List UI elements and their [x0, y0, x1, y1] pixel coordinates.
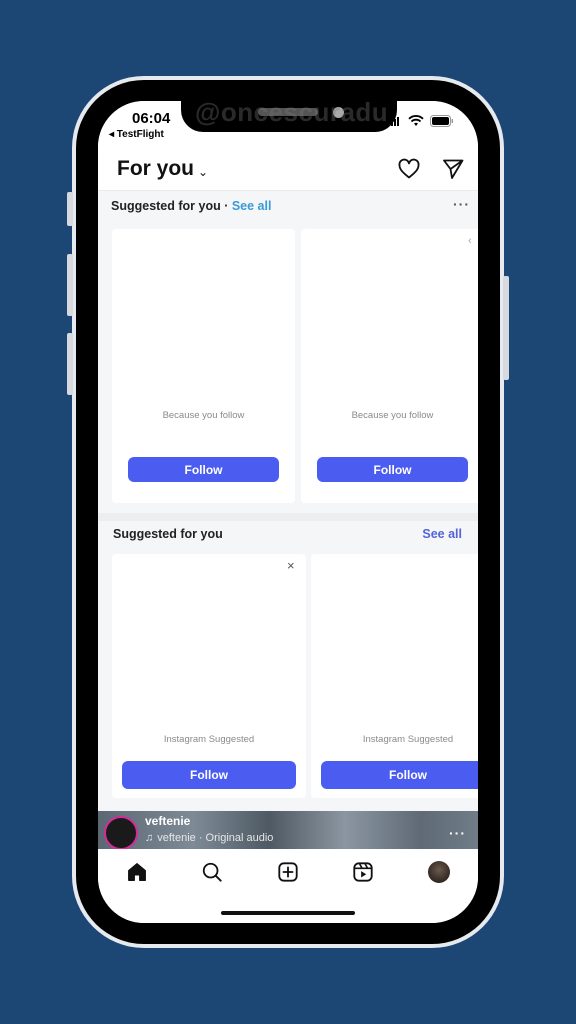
suggestion-card: Instagram Suggested Follow	[311, 554, 478, 798]
reel-audio[interactable]: ♫ veftenie · Original audio	[145, 832, 273, 844]
suggested-section-1: Suggested for you · See all ··· Because …	[98, 191, 478, 513]
nav-create[interactable]	[275, 859, 301, 885]
create-post-icon	[278, 862, 298, 882]
follow-button[interactable]: Follow	[321, 761, 478, 789]
nav-home[interactable]	[124, 859, 150, 885]
see-all-link-2[interactable]: See all	[422, 527, 462, 541]
status-time: 06:04	[132, 110, 171, 127]
close-icon[interactable]: ×	[287, 558, 295, 573]
card-subtitle: Instagram Suggested	[163, 734, 255, 745]
bottom-nav	[98, 849, 478, 923]
card-subtitle: Because you follow	[162, 410, 245, 421]
phone-screen: 06:04 ◂ TestFlight For you ⌄ Suggested f…	[98, 101, 478, 923]
section-2-title: Suggested for you	[113, 527, 223, 541]
page-title: For you	[117, 157, 194, 180]
volume-down-button	[67, 333, 73, 395]
section-divider	[98, 513, 478, 521]
wifi-icon	[408, 115, 424, 126]
nav-reels[interactable]	[350, 859, 376, 885]
battery-icon	[430, 115, 453, 127]
follow-button[interactable]: Follow	[122, 761, 296, 789]
reel-author-avatar[interactable]	[104, 816, 138, 849]
reel-more-icon[interactable]: ···	[449, 825, 466, 841]
section-1-heading: Suggested for you · See all	[111, 199, 271, 213]
separator-dot: ·	[220, 199, 232, 213]
suggestion-card: × Instagram Suggested Follow	[112, 554, 306, 798]
reel-audio-label: veftenie · Original audio	[157, 832, 274, 844]
suggestion-card: ‹ Because you follow Follow	[301, 229, 478, 503]
see-all-link-1[interactable]: See all	[232, 199, 272, 213]
back-to-testflight-link[interactable]: ◂ TestFlight	[109, 129, 164, 140]
home-indicator[interactable]	[221, 911, 355, 915]
reel-preview[interactable]: veftenie ♫ veftenie · Original audio ···	[98, 811, 478, 849]
home-icon	[128, 863, 146, 881]
silent-switch	[67, 192, 73, 226]
direct-message-icon[interactable]	[441, 157, 465, 181]
feed-header: For you ⌄	[98, 149, 478, 191]
status-icons	[388, 115, 454, 127]
power-button	[503, 276, 509, 380]
suggested-section-2: Suggested for you See all × Instagram Su…	[98, 521, 478, 811]
chevron-left-icon[interactable]: ‹	[468, 235, 472, 247]
volume-up-button	[67, 254, 73, 316]
nav-profile[interactable]	[426, 859, 452, 885]
card-subtitle: Because you follow	[351, 410, 434, 421]
reel-username[interactable]: veftenie	[145, 814, 190, 828]
suggestion-card: Because you follow Follow	[112, 229, 295, 503]
follow-button[interactable]: Follow	[317, 457, 468, 482]
reels-icon	[353, 862, 373, 882]
music-note-icon: ♫	[145, 832, 154, 844]
section-1-title: Suggested for you	[111, 199, 221, 213]
feed-selector[interactable]: For you ⌄	[117, 157, 208, 181]
search-icon	[202, 862, 222, 882]
watermark: @oncescuradu	[195, 97, 389, 127]
profile-avatar	[428, 861, 450, 883]
nav-search[interactable]	[199, 859, 225, 885]
heart-icon[interactable]	[397, 157, 421, 181]
follow-button[interactable]: Follow	[128, 457, 279, 482]
more-options-icon[interactable]: ···	[453, 196, 470, 212]
chevron-down-icon: ⌄	[198, 164, 209, 179]
card-subtitle: Instagram Suggested	[362, 734, 454, 745]
